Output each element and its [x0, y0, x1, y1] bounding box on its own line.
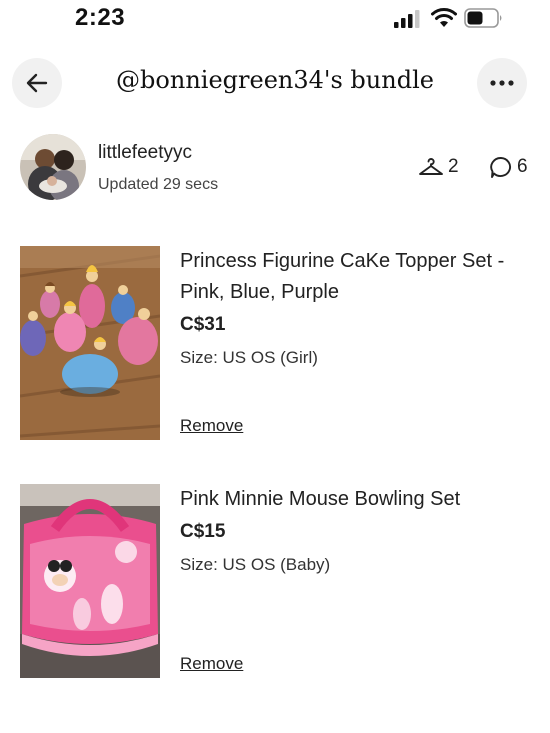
seller-info: littlefeetyyc Updated 29 secs 2 6 [20, 134, 540, 204]
seller-username[interactable]: littlefeetyyc [98, 142, 192, 164]
item-size: Size: US OS (Baby) [180, 555, 331, 574]
likes-count: 2 [448, 156, 459, 177]
item-info: Princess Figurine CaKe Topper Set - Pink… [180, 246, 540, 368]
cellular-signal-icon [394, 10, 420, 28]
bundle-item: Pink Minnie Mouse Bowling Set C$15 Size:… [20, 484, 540, 678]
remove-item-button[interactable]: Remove [180, 416, 243, 436]
comments-count: 6 [517, 156, 528, 177]
seller-avatar[interactable] [20, 134, 86, 200]
item-info: Pink Minnie Mouse Bowling Set C$15 Size:… [180, 484, 540, 575]
item-price: C$31 [180, 314, 226, 335]
item-title[interactable]: Pink Minnie Mouse Bowling Set [180, 484, 540, 515]
item-price: C$15 [180, 521, 226, 542]
item-thumbnail[interactable] [20, 246, 160, 440]
remove-item-button[interactable]: Remove [180, 654, 243, 674]
status-time: 2:23 [75, 4, 126, 31]
item-thumbnail[interactable] [20, 484, 160, 678]
more-options-button[interactable] [477, 58, 527, 108]
page-title: @bonniegreen34's bundle [116, 66, 434, 94]
comment-bubble-icon [490, 157, 512, 178]
comments-stat[interactable]: 6 [489, 156, 528, 178]
wifi-icon [431, 8, 457, 27]
more-horizontal-icon [490, 80, 514, 86]
bundle-header: @bonniegreen34's bundle [0, 54, 550, 110]
hanger-icon [419, 158, 443, 175]
bundle-item: Princess Figurine CaKe Topper Set - Pink… [20, 246, 540, 440]
item-title[interactable]: Princess Figurine CaKe Topper Set - Pink… [180, 246, 540, 308]
status-bar: 2:23 [0, 0, 550, 44]
seller-updated-time: Updated 29 secs [98, 176, 219, 193]
battery-icon [464, 8, 502, 28]
likes-stat[interactable]: 2 [418, 156, 459, 178]
back-button[interactable] [12, 58, 62, 108]
item-size: Size: US OS (Girl) [180, 348, 318, 367]
arrow-left-icon [26, 73, 48, 93]
